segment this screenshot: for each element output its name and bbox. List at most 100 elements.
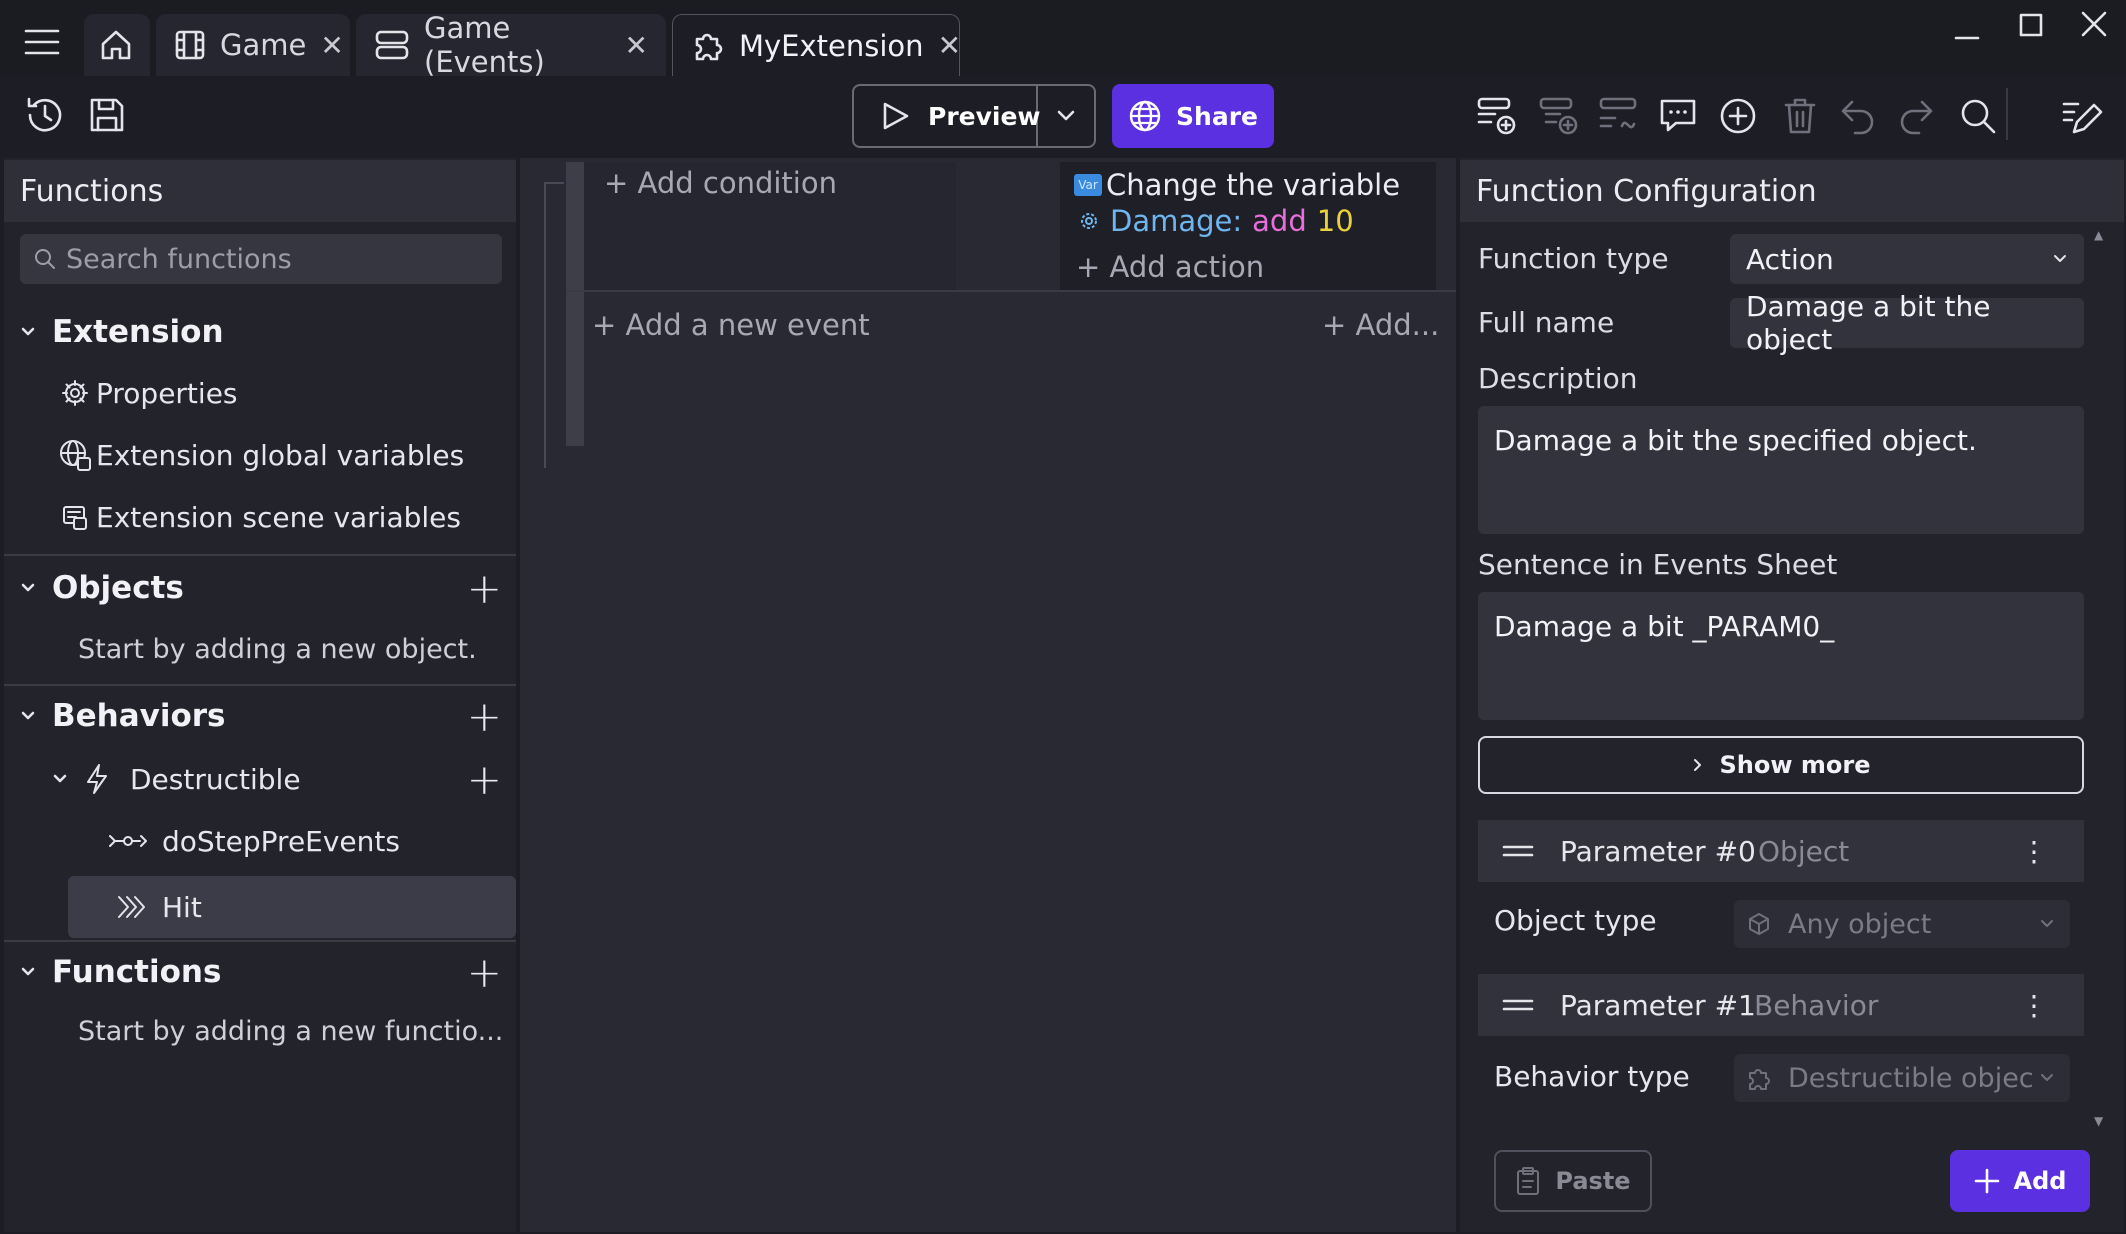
home-icon <box>99 28 133 62</box>
event-handle[interactable] <box>566 162 584 446</box>
parameter-1-row[interactable]: Parameter #1 Behavior ⋮ <box>1478 974 2084 1036</box>
function-hit[interactable]: Hit <box>68 876 516 938</box>
add-more-button[interactable]: + Add... <box>1322 308 1439 342</box>
history-icon[interactable] <box>24 94 66 136</box>
add-behavior-icon[interactable]: + <box>467 692 502 741</box>
function-dosteppreevents[interactable]: doStepPreEvents <box>4 812 516 870</box>
add-label: Add <box>2013 1167 2067 1195</box>
add-function-icon[interactable]: + <box>467 755 502 804</box>
close-window-icon[interactable] <box>2080 10 2108 38</box>
drag-handle-icon[interactable] <box>1502 998 1534 1012</box>
search-input[interactable]: Search functions <box>20 234 502 284</box>
item-properties-label: Properties <box>96 376 238 410</box>
actions-block: Var Change the variable Damage: add 10 +… <box>1060 162 1436 290</box>
section-behaviors[interactable]: Behaviors + <box>4 688 516 744</box>
chevron-down-icon <box>2040 1073 2054 1083</box>
item-scene-variables[interactable]: Extension scene variables <box>4 488 516 546</box>
events-icon <box>374 29 410 61</box>
action-change-variable[interactable]: Var Change the variable <box>1074 168 1400 202</box>
paste-button[interactable]: Paste <box>1494 1150 1652 1212</box>
menu-icon[interactable] <box>24 28 60 56</box>
scroll-down-icon[interactable]: ▼ <box>2094 1114 2103 1128</box>
show-more-button[interactable]: Show more <box>1478 736 2084 794</box>
tab-myextension[interactable]: MyExtension ✕ <box>672 14 961 76</box>
behavior-destructible[interactable]: Destructible + <box>4 750 516 808</box>
redo-icon <box>1896 96 1936 136</box>
chevron-down-icon <box>4 710 52 722</box>
add-function-icon[interactable]: + <box>467 948 502 997</box>
behavior-type-select[interactable]: Destructible objec <box>1734 1054 2070 1102</box>
function-type-value: Action <box>1746 242 1834 276</box>
add-object-icon[interactable]: + <box>467 564 502 613</box>
drag-handle-icon[interactable] <box>1502 844 1534 858</box>
search-icon[interactable] <box>1958 96 1998 136</box>
action-arrows-icon <box>116 893 150 921</box>
add-new-event-button[interactable]: + Add a new event <box>592 308 870 342</box>
sentence-value: Damage a bit _PARAM0_ <box>1494 610 1835 643</box>
section-objects[interactable]: Objects + <box>4 560 516 616</box>
lightning-icon <box>84 763 110 795</box>
close-icon[interactable]: ✕ <box>320 29 343 62</box>
scroll-up-icon[interactable]: ▲ <box>2094 228 2103 242</box>
add-event-icon[interactable] <box>1476 96 1518 138</box>
sentence-field[interactable]: Damage a bit _PARAM0_ <box>1478 592 2084 720</box>
add-circle-icon[interactable] <box>1718 96 1758 136</box>
minimize-icon[interactable] <box>1954 16 1980 42</box>
item-global-variables[interactable]: Extension global variables <box>4 426 516 484</box>
scene-variables-icon <box>60 502 90 532</box>
more-vert-icon[interactable]: ⋮ <box>2020 835 2048 868</box>
parameter-0-row[interactable]: Parameter #0 Object ⋮ <box>1478 820 2084 882</box>
section-extension[interactable]: Extension <box>4 304 516 360</box>
add-other-icon <box>1598 96 1640 138</box>
puzzle-icon <box>1746 1065 1772 1091</box>
action-operator: add <box>1252 204 1307 238</box>
item-global-variables-label: Extension global variables <box>96 438 465 472</box>
object-type-select[interactable]: Any object <box>1734 900 2070 948</box>
tab-game-events[interactable]: Game (Events) ✕ <box>356 11 666 79</box>
share-button[interactable]: Share <box>1112 84 1274 148</box>
cube-icon <box>1746 911 1772 937</box>
play-icon <box>880 101 910 131</box>
share-label: Share <box>1176 101 1258 131</box>
add-condition-button[interactable]: + Add condition <box>604 166 837 200</box>
parameter-0-name: Parameter #0 <box>1560 834 1756 868</box>
tab-game-events-label: Game (Events) <box>424 11 545 79</box>
functions-empty-text: Start by adding a new functio... <box>78 1016 504 1047</box>
puzzle-icon <box>691 29 725 63</box>
close-icon[interactable]: ✕ <box>625 29 648 62</box>
undo-icon <box>1838 96 1878 136</box>
item-scene-variables-label: Extension scene variables <box>96 500 461 534</box>
more-vert-icon[interactable]: ⋮ <box>2020 989 2048 1022</box>
title-bar: Game ✕ Game (Events) ✕ MyExtension ✕ <box>0 0 2126 79</box>
tab-home[interactable] <box>84 14 150 76</box>
globe-icon <box>1128 99 1162 133</box>
maximize-icon[interactable] <box>2018 12 2044 38</box>
tab-myextension-label: MyExtension <box>739 28 924 63</box>
chevron-right-icon <box>1692 757 1704 773</box>
edit-properties-icon[interactable] <box>2060 94 2104 138</box>
add-parameter-button[interactable]: Add <box>1950 1150 2090 1212</box>
film-icon <box>174 29 206 61</box>
function-type-select[interactable]: Action <box>1730 234 2084 284</box>
full-name-label: Full name <box>1478 306 1615 339</box>
section-functions[interactable]: Functions + <box>4 944 516 1000</box>
add-action-button[interactable]: + Add action <box>1076 250 1264 284</box>
preview-dropdown[interactable] <box>1038 86 1094 146</box>
comment-icon[interactable] <box>1658 96 1698 136</box>
functions-panel-header: Functions <box>4 160 516 222</box>
tab-game[interactable]: Game ✕ <box>156 14 350 76</box>
function-dosteppreevents-label: doStepPreEvents <box>162 824 400 858</box>
item-properties[interactable]: Properties <box>4 364 516 422</box>
description-field[interactable]: Damage a bit the specified object. <box>1478 406 2084 534</box>
events-sheet: + Add condition Var Change the variable … <box>520 158 1456 1232</box>
function-configuration-panel: Function Configuration Function type Act… <box>1460 158 2124 1232</box>
gear-icon <box>1078 210 1100 232</box>
show-more-label: Show more <box>1719 751 1871 779</box>
close-icon[interactable]: ✕ <box>938 29 961 62</box>
full-name-field[interactable]: Damage a bit the object <box>1730 290 2084 356</box>
config-header: Function Configuration <box>1460 160 2124 222</box>
preview-button[interactable]: Preview <box>854 86 1041 146</box>
add-subevent-icon <box>1538 96 1580 138</box>
save-icon[interactable] <box>88 96 126 134</box>
search-placeholder: Search functions <box>66 243 292 275</box>
